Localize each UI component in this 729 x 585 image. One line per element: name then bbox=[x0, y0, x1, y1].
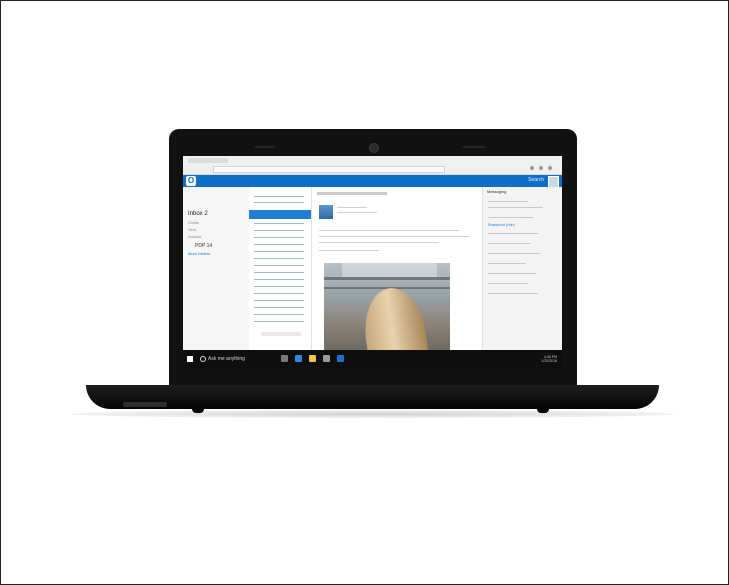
sender-thumbnail bbox=[319, 205, 333, 219]
list-item[interactable] bbox=[254, 230, 304, 231]
list-item[interactable] bbox=[254, 272, 304, 273]
store-icon[interactable] bbox=[323, 355, 330, 362]
search-icon[interactable] bbox=[200, 356, 206, 362]
folder-item[interactable]: Sent bbox=[188, 227, 196, 232]
base-port bbox=[123, 402, 167, 407]
message-list bbox=[249, 187, 312, 350]
browser-tab[interactable] bbox=[188, 158, 228, 163]
side-panel-line bbox=[488, 263, 526, 264]
body-line bbox=[319, 250, 379, 251]
side-panel-title: Messaging bbox=[487, 189, 507, 194]
list-item[interactable] bbox=[254, 202, 304, 203]
side-panel-link[interactable]: Sharepoint (Hub) bbox=[488, 223, 515, 227]
side-panel-line bbox=[488, 233, 538, 234]
list-item[interactable] bbox=[254, 196, 304, 197]
group-label[interactable]: PDP 14 bbox=[195, 243, 212, 249]
body-line bbox=[319, 230, 459, 231]
taskbar-search-box[interactable]: Ask me anything bbox=[208, 356, 245, 362]
photo-skylight bbox=[342, 263, 437, 277]
appbar-search-label[interactable]: Search bbox=[528, 177, 544, 183]
inbox-label[interactable]: Inbox 2 bbox=[188, 211, 208, 217]
windows-taskbar: Ask me anything 4:45 PM 1/22/2016 bbox=[183, 350, 562, 369]
side-panel-line bbox=[488, 217, 533, 218]
laptop-base bbox=[86, 385, 659, 409]
list-item[interactable] bbox=[254, 237, 304, 238]
task-view-icon[interactable] bbox=[281, 355, 288, 362]
sender-detail bbox=[337, 212, 377, 213]
list-item[interactable] bbox=[254, 293, 304, 294]
attached-photo bbox=[324, 263, 450, 350]
body-line bbox=[319, 242, 439, 243]
list-item[interactable] bbox=[254, 314, 304, 315]
side-panel-line bbox=[488, 243, 530, 244]
side-panel-line bbox=[488, 283, 528, 284]
photo-beam bbox=[324, 277, 450, 280]
bezel-slot-right bbox=[463, 146, 485, 148]
message-subject bbox=[317, 192, 387, 195]
taskbar-apps bbox=[281, 355, 344, 362]
mail-app-bar: O Search bbox=[183, 175, 562, 188]
list-item[interactable] bbox=[254, 286, 304, 287]
list-item[interactable] bbox=[254, 300, 304, 301]
list-item[interactable] bbox=[254, 279, 304, 280]
browser-chrome bbox=[183, 156, 562, 175]
webcam-icon bbox=[369, 143, 379, 153]
address-bar[interactable] bbox=[213, 166, 445, 173]
file-explorer-icon[interactable] bbox=[309, 355, 316, 362]
side-panel: Messaging Sharepoint (Hub) bbox=[482, 187, 562, 350]
folder-pane: Inbox 2 Drafts Sent Archive PDP 14 More … bbox=[183, 187, 250, 350]
folder-item[interactable]: Drafts bbox=[188, 220, 199, 225]
side-panel-line bbox=[488, 253, 540, 254]
selected-message-row[interactable] bbox=[249, 210, 311, 219]
sender-name bbox=[337, 207, 367, 208]
list-item[interactable] bbox=[254, 307, 304, 308]
reading-pane bbox=[312, 187, 482, 350]
list-item[interactable] bbox=[254, 321, 304, 322]
list-item[interactable] bbox=[254, 258, 304, 259]
browser-controls bbox=[530, 166, 552, 170]
list-item[interactable] bbox=[254, 223, 304, 224]
list-pager[interactable] bbox=[261, 332, 301, 336]
edge-icon[interactable] bbox=[295, 355, 302, 362]
side-panel-line bbox=[488, 201, 528, 202]
outlook-icon[interactable] bbox=[337, 355, 344, 362]
start-icon[interactable] bbox=[187, 356, 193, 362]
tray-date: 1/22/2016 bbox=[541, 359, 557, 363]
system-tray-clock[interactable]: 4:45 PM 1/22/2016 bbox=[541, 355, 557, 363]
app-logo-icon[interactable]: O bbox=[186, 176, 196, 186]
laptop-screen: O Search Inbox 2 Drafts Sent Archive PDP… bbox=[183, 156, 562, 369]
side-panel-line bbox=[488, 293, 538, 294]
bezel-slot-left bbox=[255, 146, 275, 148]
list-item[interactable] bbox=[254, 265, 304, 266]
boat-hull bbox=[359, 284, 429, 350]
side-panel-line bbox=[488, 273, 536, 274]
body-line bbox=[319, 236, 469, 237]
side-panel-line bbox=[488, 207, 543, 208]
list-item[interactable] bbox=[254, 244, 304, 245]
laptop-shadow bbox=[70, 410, 675, 418]
more-folders-link[interactable]: More folders bbox=[188, 251, 210, 256]
list-item[interactable] bbox=[254, 251, 304, 252]
folder-item[interactable]: Archive bbox=[188, 234, 201, 239]
